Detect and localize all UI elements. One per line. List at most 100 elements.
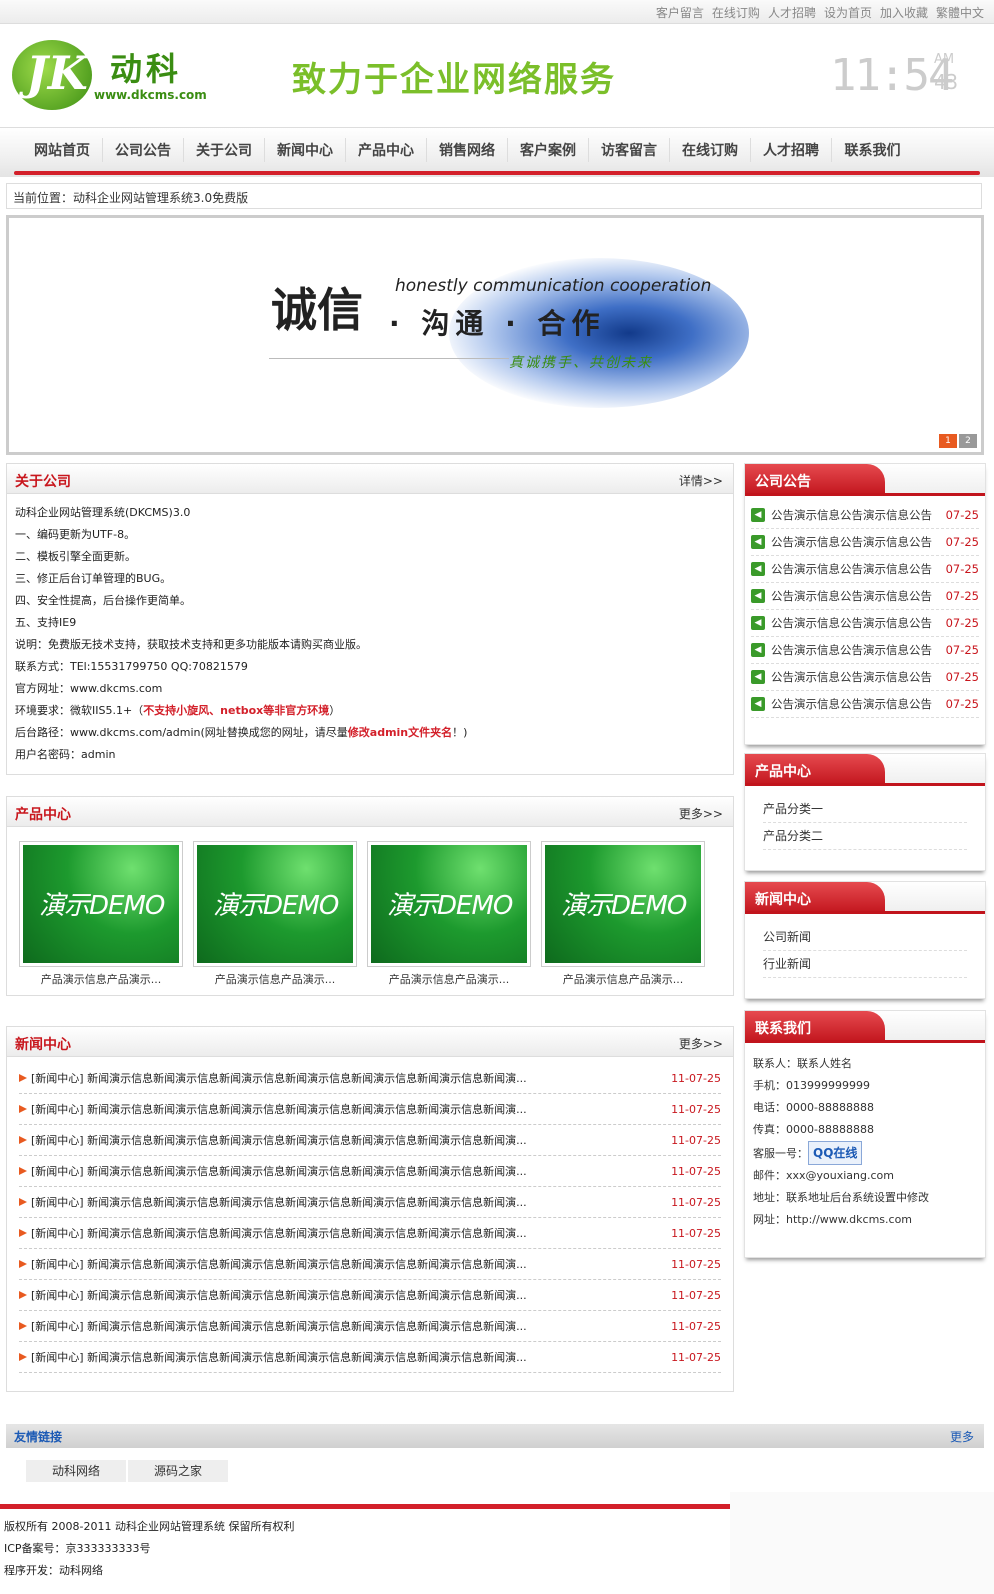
- news-category-item[interactable]: 行业新闻: [763, 951, 967, 978]
- notice-item[interactable]: ◀ 公告演示信息公告演示信息公告 07-25: [751, 556, 979, 583]
- friend-links-more[interactable]: 更多: [950, 1428, 974, 1445]
- notice-item-title[interactable]: 公告演示信息公告演示信息公告: [771, 534, 942, 550]
- nav-item[interactable]: 访客留言: [589, 138, 670, 162]
- notice-item[interactable]: ◀ 公告演示信息公告演示信息公告 07-25: [751, 583, 979, 610]
- speaker-icon: ◀: [751, 643, 765, 657]
- news-item-title[interactable]: [新闻中心] 新闻演示信息新闻演示信息新闻演示信息新闻演示信息新闻演示信息新闻演…: [31, 1101, 665, 1117]
- top-link[interactable]: 客户留言: [656, 4, 704, 21]
- about-line: 联系方式：TEl:15531799750 QQ:70821579: [15, 660, 248, 673]
- top-link[interactable]: 繁體中文: [936, 4, 984, 21]
- logo-url: www.dkcms.com: [94, 88, 207, 102]
- top-link[interactable]: 加入收藏: [880, 4, 928, 21]
- products-more-link[interactable]: 更多>>: [679, 805, 723, 822]
- news-more-link[interactable]: 更多>>: [679, 1035, 723, 1052]
- product-thumbnail[interactable]: 演示DEMO: [367, 841, 531, 967]
- product-image: 演示DEMO: [545, 845, 701, 963]
- nav-item[interactable]: 联系我们: [832, 138, 913, 162]
- product-thumbnail[interactable]: 演示DEMO: [541, 841, 705, 967]
- top-link[interactable]: 设为首页: [824, 4, 872, 21]
- news-item[interactable]: [新闻中心] 新闻演示信息新闻演示信息新闻演示信息新闻演示信息新闻演示信息新闻演…: [19, 1063, 721, 1094]
- news-item-title[interactable]: [新闻中心] 新闻演示信息新闻演示信息新闻演示信息新闻演示信息新闻演示信息新闻演…: [31, 1070, 665, 1086]
- nav-item[interactable]: 人才招聘: [751, 138, 832, 162]
- notice-item-title[interactable]: 公告演示信息公告演示信息公告: [771, 642, 942, 658]
- product-caption[interactable]: 产品演示信息产品演示...: [541, 971, 705, 987]
- banner-page-2[interactable]: 2: [959, 434, 977, 448]
- news-item-title[interactable]: [新闻中心] 新闻演示信息新闻演示信息新闻演示信息新闻演示信息新闻演示信息新闻演…: [31, 1318, 665, 1334]
- news-item[interactable]: [新闻中心] 新闻演示信息新闻演示信息新闻演示信息新闻演示信息新闻演示信息新闻演…: [19, 1249, 721, 1280]
- news-item-title[interactable]: [新闻中心] 新闻演示信息新闻演示信息新闻演示信息新闻演示信息新闻演示信息新闻演…: [31, 1256, 665, 1272]
- notice-item-title[interactable]: 公告演示信息公告演示信息公告: [771, 669, 942, 685]
- news-item[interactable]: [新闻中心] 新闻演示信息新闻演示信息新闻演示信息新闻演示信息新闻演示信息新闻演…: [19, 1342, 721, 1373]
- product-image-text: 演示DEMO: [213, 891, 339, 921]
- nav-item[interactable]: 公司公告: [103, 138, 184, 162]
- product-category-box: 产品中心 产品分类一 产品分类二: [744, 753, 986, 871]
- product-card[interactable]: 演示DEMO 产品演示信息产品演示...: [367, 841, 531, 987]
- product-thumbnail[interactable]: 演示DEMO: [19, 841, 183, 967]
- product-image: 演示DEMO: [23, 845, 179, 963]
- nav-item[interactable]: 新闻中心: [265, 138, 346, 162]
- friend-link[interactable]: 动科网络: [26, 1460, 126, 1482]
- logo-mark-text: JK: [26, 46, 88, 100]
- footer-red-bar: [0, 1504, 730, 1509]
- news-item[interactable]: [新闻中心] 新闻演示信息新闻演示信息新闻演示信息新闻演示信息新闻演示信息新闻演…: [19, 1218, 721, 1249]
- news-item-date: 11-07-25: [671, 1288, 721, 1302]
- qq-online-button[interactable]: QQ在线: [808, 1141, 863, 1165]
- product-thumbnail[interactable]: 演示DEMO: [193, 841, 357, 967]
- notice-item[interactable]: ◀ 公告演示信息公告演示信息公告 07-25: [751, 691, 979, 718]
- product-card[interactable]: 演示DEMO 产品演示信息产品演示...: [541, 841, 705, 987]
- product-caption[interactable]: 产品演示信息产品演示...: [193, 971, 357, 987]
- news-item-date: 11-07-25: [671, 1071, 721, 1085]
- news-item-title[interactable]: [新闻中心] 新闻演示信息新闻演示信息新闻演示信息新闻演示信息新闻演示信息新闻演…: [31, 1194, 665, 1210]
- notice-item[interactable]: ◀ 公告演示信息公告演示信息公告 07-25: [751, 529, 979, 556]
- about-env-warning: 不支持小旋风、netbox等非官方环境: [143, 704, 330, 717]
- friend-link[interactable]: 源码之家: [128, 1460, 228, 1482]
- news-item[interactable]: [新闻中心] 新闻演示信息新闻演示信息新闻演示信息新闻演示信息新闻演示信息新闻演…: [19, 1280, 721, 1311]
- product-category-item[interactable]: 产品分类一: [763, 796, 967, 823]
- news-category-item[interactable]: 公司新闻: [763, 924, 967, 951]
- notice-item-title[interactable]: 公告演示信息公告演示信息公告: [771, 588, 942, 604]
- nav-item[interactable]: 网站首页: [22, 138, 103, 162]
- notice-item-title[interactable]: 公告演示信息公告演示信息公告: [771, 696, 942, 712]
- news-item-date: 11-07-25: [671, 1257, 721, 1271]
- product-caption[interactable]: 产品演示信息产品演示...: [19, 971, 183, 987]
- news-item-title[interactable]: [新闻中心] 新闻演示信息新闻演示信息新闻演示信息新闻演示信息新闻演示信息新闻演…: [31, 1287, 665, 1303]
- news-item-title[interactable]: [新闻中心] 新闻演示信息新闻演示信息新闻演示信息新闻演示信息新闻演示信息新闻演…: [31, 1349, 665, 1365]
- contact-address: 地址：联系地址后台系统设置中修改: [753, 1191, 929, 1204]
- top-link[interactable]: 在线订购: [712, 4, 760, 21]
- product-caption[interactable]: 产品演示信息产品演示...: [367, 971, 531, 987]
- news-item-title[interactable]: [新闻中心] 新闻演示信息新闻演示信息新闻演示信息新闻演示信息新闻演示信息新闻演…: [31, 1225, 665, 1241]
- about-line: 说明：免费版无技术支持，获取技术支持和更多功能版本请购买商业版。: [15, 638, 367, 651]
- nav-item[interactable]: 销售网络: [427, 138, 508, 162]
- news-item-date: 11-07-25: [671, 1319, 721, 1333]
- nav-item[interactable]: 在线订购: [670, 138, 751, 162]
- contact-website[interactable]: 网址：http://www.dkcms.com: [753, 1209, 977, 1231]
- arrow-bullet-icon: [19, 1291, 27, 1299]
- news-item[interactable]: [新闻中心] 新闻演示信息新闻演示信息新闻演示信息新闻演示信息新闻演示信息新闻演…: [19, 1156, 721, 1187]
- news-item[interactable]: [新闻中心] 新闻演示信息新闻演示信息新闻演示信息新闻演示信息新闻演示信息新闻演…: [19, 1094, 721, 1125]
- about-account: 用户名密码：admin: [15, 748, 116, 761]
- friend-links-title: 友情链接: [14, 1430, 63, 1444]
- nav-item[interactable]: 客户案例: [508, 138, 589, 162]
- site-logo[interactable]: JK 动科 www.dkcms.com: [12, 40, 207, 114]
- nav-item[interactable]: 产品中心: [346, 138, 427, 162]
- notice-item[interactable]: ◀ 公告演示信息公告演示信息公告 07-25: [751, 502, 979, 529]
- news-item[interactable]: [新闻中心] 新闻演示信息新闻演示信息新闻演示信息新闻演示信息新闻演示信息新闻演…: [19, 1125, 721, 1156]
- notice-item[interactable]: ◀ 公告演示信息公告演示信息公告 07-25: [751, 610, 979, 637]
- notice-item-title[interactable]: 公告演示信息公告演示信息公告: [771, 615, 942, 631]
- news-item-title[interactable]: [新闻中心] 新闻演示信息新闻演示信息新闻演示信息新闻演示信息新闻演示信息新闻演…: [31, 1132, 665, 1148]
- nav-item[interactable]: 关于公司: [184, 138, 265, 162]
- product-category-item[interactable]: 产品分类二: [763, 823, 967, 850]
- news-item[interactable]: [新闻中心] 新闻演示信息新闻演示信息新闻演示信息新闻演示信息新闻演示信息新闻演…: [19, 1311, 721, 1342]
- notice-item[interactable]: ◀ 公告演示信息公告演示信息公告 07-25: [751, 637, 979, 664]
- product-card[interactable]: 演示DEMO 产品演示信息产品演示...: [19, 841, 183, 987]
- news-item[interactable]: [新闻中心] 新闻演示信息新闻演示信息新闻演示信息新闻演示信息新闻演示信息新闻演…: [19, 1187, 721, 1218]
- notice-item-title[interactable]: 公告演示信息公告演示信息公告: [771, 561, 942, 577]
- about-env-line: 环境要求：微软IIS5.1+（不支持小旋风、netbox等非官方环境）: [15, 700, 725, 722]
- banner-page-1[interactable]: 1: [939, 434, 957, 448]
- about-more-link[interactable]: 详情>>: [679, 472, 723, 489]
- notice-item[interactable]: ◀ 公告演示信息公告演示信息公告 07-25: [751, 664, 979, 691]
- product-card[interactable]: 演示DEMO 产品演示信息产品演示...: [193, 841, 357, 987]
- top-link[interactable]: 人才招聘: [768, 4, 816, 21]
- news-item-title[interactable]: [新闻中心] 新闻演示信息新闻演示信息新闻演示信息新闻演示信息新闻演示信息新闻演…: [31, 1163, 665, 1179]
- notice-item-title[interactable]: 公告演示信息公告演示信息公告: [771, 507, 942, 523]
